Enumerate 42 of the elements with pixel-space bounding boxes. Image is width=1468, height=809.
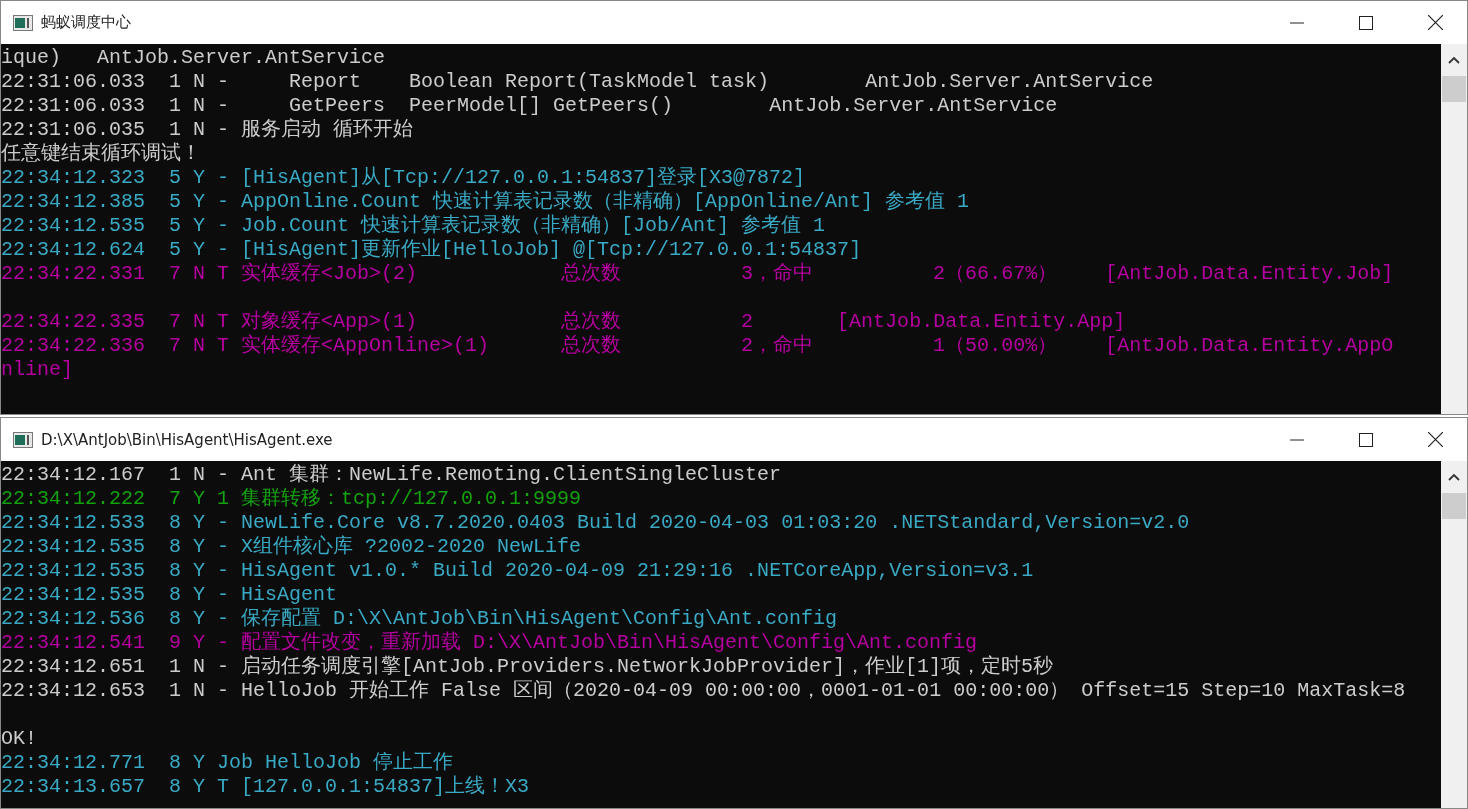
maximize-icon[interactable] [1359,432,1373,447]
scrollbar[interactable] [1441,461,1467,808]
maximize-icon[interactable] [1359,15,1373,30]
log-line: 22:34:22.336 7 N T 实体缓存<AppOnline>(1) 总次数 2，命中 1（50.00%） [AntJob.Data.Entity.AppO [1,334,1394,358]
log-line: 22:31:06.033 1 N - Report Boolean Report(TaskModel task) AntJob.Server.AntService [1,70,1154,94]
console-icon [13,14,33,31]
log-line: 22:34:12.535 8 Y - X组件核心库 ?2002-2020 NewLife [1,535,582,559]
log-line: nline] [1,358,73,382]
scroll-thumb[interactable] [1442,76,1466,102]
log-line: 22:34:13.657 8 Y T [127.0.0.1:54837]上线！X3 [1,775,530,799]
log-line: 22:31:06.033 1 N - GetPeers PeerModel[] GetPeers() AntJob.Server.AntService [1,94,1058,118]
scrollbar[interactable] [1441,44,1467,414]
log-line: 任意键结束循环调试！ [1,142,201,166]
log-line: OK! [1,727,37,751]
log-line: 22:34:12.323 5 Y - [HisAgent]从[Tcp://127.0.0.1:54837]登录[X3@7872] [1,166,806,190]
log-line: 22:34:22.331 7 N T 实体缓存<Job>(2) 总次数 3，命中 2（66.67%） [AntJob.Data.Entity.Job] [1,262,1394,287]
log-line: 22:34:12.653 1 N - HelloJob 开始工作 False 区间（2020-04-09 00:00:00，0001-01-01 00:00:00） Offset=15 Step=10 MaxTask=8 [1,679,1406,704]
log-line: 22:34:12.222 7 Y 1 集群转移：tcp://127.0.0.1:9999 [1,487,582,511]
log-line: 22:34:12.533 8 Y - NewLife.Core v8.7.2020.0403 Build 2020-04-03 01:03:20 .NETStandard,Version=v2.0 [1,511,1190,535]
log-line: 22:34:12.541 9 Y - 配置文件改变，重新加载 D:\X\AntJob\Bin\HisAgent\Config\Ant.config [1,631,978,655]
log-line: 22:34:12.651 1 N - 启动任务调度引擎[AntJob.Providers.NetworkJobProvider]，作业[1]项，定时5秒 [1,655,1054,679]
scroll-up-icon[interactable] [1448,473,1460,481]
log-line: 22:34:22.335 7 N T 对象缓存<App>(1) 总次数 2 [AntJob.Data.Entity.App] [1,310,1126,334]
log-line: 22:31:06.035 1 N - 服务启动 循环开始 [1,118,414,142]
log-line: 22:34:12.167 1 N - Ant 集群：NewLife.Remoting.ClientSingleCluster [1,463,782,487]
window-title: 蚂蚁调度中心 [41,13,131,32]
scroll-thumb[interactable] [1442,493,1466,519]
log-line: 22:34:12.624 5 Y - [HisAgent]更新作业[HelloJob] @[Tcp://127.0.0.1:54837] [1,238,862,262]
log-line: 22:34:12.535 8 Y - HisAgent v1.0.* Build 2020-04-09 21:29:16 .NETCoreApp,Version=v3.1 [1,559,1034,583]
minimize-icon[interactable] [1290,21,1304,24]
scroll-up-icon[interactable] [1448,56,1460,64]
log-line: 22:34:12.385 5 Y - AppOnline.Count 快速计算表记录数（非精确）[AppOnline/Ant] 参考值 1 [1,190,970,214]
minimize-icon[interactable] [1290,438,1304,441]
window-title: D:\X\AntJob\Bin\HisAgent\HisAgent.exe [41,430,333,449]
log-line: 22:34:12.771 8 Y Job HelloJob 停止工作 [1,751,454,775]
close-icon[interactable] [1428,432,1443,447]
close-icon[interactable] [1428,15,1443,30]
log-line: 22:34:12.535 5 Y - Job.Count 快速计算表记录数（非精确）[Job/Ant] 参考值 1 [1,214,826,238]
console-icon [13,431,33,448]
log-line: ique) AntJob.Server.AntService [1,46,386,70]
log-line: 22:34:12.535 8 Y - HisAgent [1,583,338,607]
log-line: 22:34:12.536 8 Y - 保存配置 D:\X\AntJob\Bin\HisAgent\Config\Ant.config [1,607,838,631]
